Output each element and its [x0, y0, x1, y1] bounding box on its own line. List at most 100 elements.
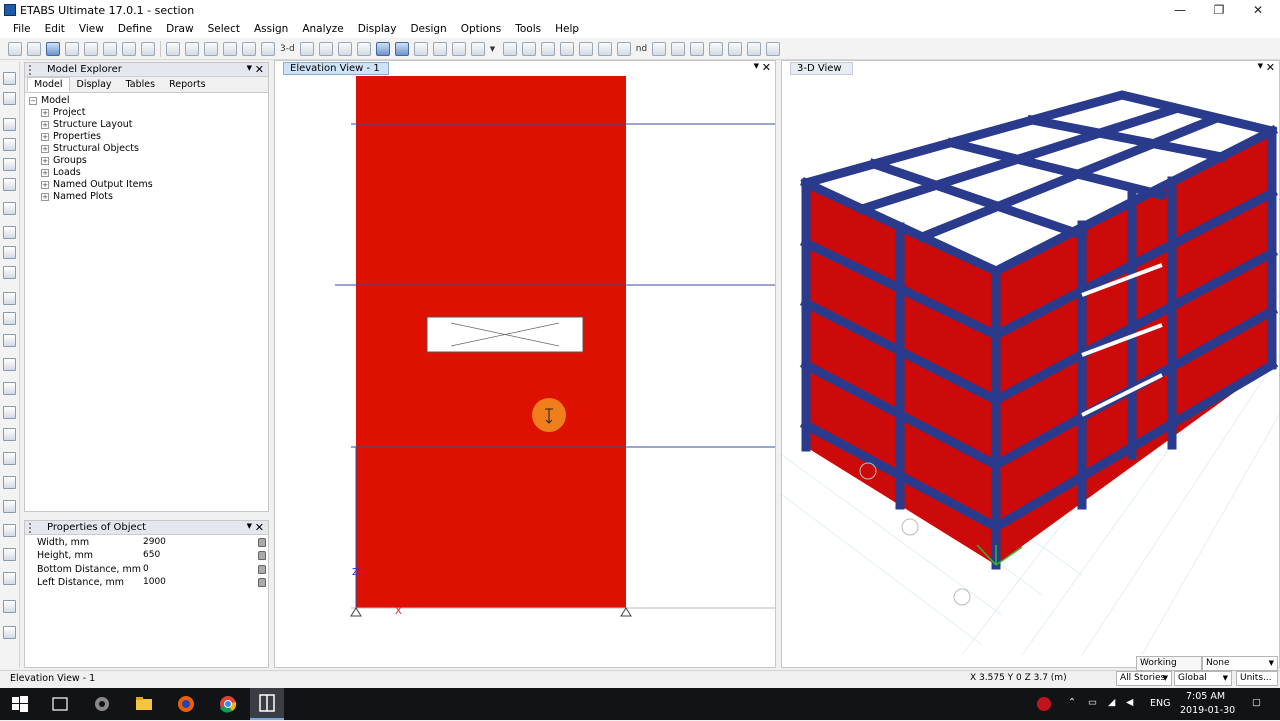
measure-icon[interactable]: [766, 41, 781, 56]
settings-app-icon[interactable]: [92, 694, 112, 714]
tree-item-loads[interactable]: + Loads: [41, 167, 81, 178]
tree-item-named-output-items[interactable]: + Named Output Items: [41, 179, 153, 190]
draw-wall-tool-icon[interactable]: [3, 246, 16, 259]
chevron-down-icon[interactable]: ▼: [247, 522, 252, 530]
pointer-icon[interactable]: [3, 72, 16, 85]
chevron-down-icon[interactable]: ▼: [1258, 62, 1263, 70]
toolbar-nd-label[interactable]: nd: [636, 44, 647, 54]
file-explorer-icon[interactable]: [134, 694, 154, 714]
tab-3d-view[interactable]: 3-D View: [790, 62, 853, 75]
tab-tables[interactable]: Tables: [119, 77, 163, 92]
minimize-button[interactable]: —: [1160, 0, 1200, 20]
draw-opening-icon[interactable]: [616, 41, 631, 56]
draw-line-icon[interactable]: [3, 138, 16, 151]
tab-reports[interactable]: Reports: [162, 77, 212, 92]
select-icon[interactable]: [432, 41, 447, 56]
tray-expand-icon[interactable]: ⌃: [1068, 697, 1076, 708]
chevron-down-icon[interactable]: ▼: [1163, 672, 1168, 685]
expand-icon[interactable]: +: [41, 144, 49, 153]
property-row-height[interactable]: Height, mm 650: [25, 550, 268, 563]
grid-icon[interactable]: [747, 41, 762, 56]
expand-icon[interactable]: +: [41, 120, 49, 129]
tree-item-project[interactable]: + Project: [41, 107, 86, 118]
zoom-in-icon[interactable]: [204, 41, 218, 56]
grip-icon[interactable]: [29, 64, 33, 75]
draw-reference-point-icon[interactable]: [3, 548, 16, 561]
tree-item-structure-layout[interactable]: + Structure Layout: [41, 119, 133, 130]
menu-display[interactable]: Display: [351, 23, 404, 35]
close-icon[interactable]: ✕: [762, 61, 771, 74]
tree-root-model[interactable]: − Model: [29, 95, 70, 106]
lock-icon[interactable]: [122, 41, 136, 56]
chevron-down-icon[interactable]: ▼: [1223, 672, 1228, 685]
draw-spring-icon[interactable]: [3, 428, 16, 441]
elevation-canvas[interactable]: Z X: [275, 75, 775, 667]
move-up-icon[interactable]: [375, 41, 390, 56]
tree-item-properties[interactable]: + Properties: [41, 131, 101, 142]
menu-design[interactable]: Design: [403, 23, 453, 35]
close-icon[interactable]: ✕: [255, 63, 264, 76]
3d-view-button[interactable]: 3-d: [280, 44, 295, 54]
expand-icon[interactable]: +: [41, 192, 49, 201]
property-row-bottom-distance[interactable]: Bottom Distance, mm 0: [25, 564, 268, 577]
draw-opening-tool-icon[interactable]: [3, 266, 16, 279]
chevron-down-icon[interactable]: ▼: [490, 42, 498, 56]
units-button[interactable]: Units...: [1236, 671, 1278, 686]
menu-file[interactable]: File: [6, 23, 38, 35]
zoom-out-icon[interactable]: [223, 41, 237, 56]
lock-icon[interactable]: [258, 578, 266, 587]
etabs-taskbar-button[interactable]: [250, 688, 284, 720]
zoom-window-icon[interactable]: [166, 41, 180, 56]
select-all-icon[interactable]: [413, 41, 428, 56]
close-icon[interactable]: ✕: [255, 521, 264, 534]
chrome-icon[interactable]: [218, 694, 238, 714]
draw-brace-icon[interactable]: [521, 41, 536, 56]
draw-slab-icon[interactable]: [597, 41, 612, 56]
move-down-icon[interactable]: [394, 41, 409, 56]
lock-icon[interactable]: [258, 551, 266, 560]
menu-analyze[interactable]: Analyze: [295, 23, 350, 35]
expand-icon[interactable]: +: [41, 168, 49, 177]
rotate-icon[interactable]: [337, 41, 352, 56]
lock-icon[interactable]: [258, 538, 266, 547]
expand-icon[interactable]: +: [41, 156, 49, 165]
menu-define[interactable]: Define: [111, 23, 159, 35]
draw-column-icon[interactable]: [540, 41, 555, 56]
3d-canvas[interactable]: [782, 75, 1279, 665]
3d-view-panel[interactable]: 3-D View ▼ ✕: [781, 60, 1280, 668]
chevron-down-icon[interactable]: ▼: [754, 62, 759, 70]
tree-item-named-plots[interactable]: + Named Plots: [41, 191, 113, 202]
tree-item-structural-objects[interactable]: + Structural Objects: [41, 143, 139, 154]
pencil-icon[interactable]: [103, 41, 117, 56]
draw-section-icon[interactable]: [3, 476, 16, 489]
zoom-restore-icon[interactable]: [185, 41, 199, 56]
section-cut-icon[interactable]: [652, 41, 667, 56]
working-plane-dropdown[interactable]: None ▼: [1202, 656, 1278, 671]
expand-icon[interactable]: +: [41, 180, 49, 189]
draw-null-area-icon[interactable]: [3, 292, 16, 305]
deselect-icon[interactable]: [451, 41, 466, 56]
volume-icon[interactable]: ◀: [1126, 697, 1133, 708]
antivirus-tray-icon[interactable]: [1034, 694, 1054, 714]
draw-beam-tool-icon[interactable]: [3, 178, 16, 191]
collapse-icon[interactable]: −: [29, 96, 37, 105]
lock-icon[interactable]: [258, 565, 266, 574]
open-icon[interactable]: [27, 41, 41, 56]
draw-grid-icon[interactable]: [3, 382, 16, 395]
grip-icon[interactable]: [29, 522, 33, 533]
plan-view-icon[interactable]: [299, 41, 314, 56]
tendon-icon[interactable]: [690, 41, 705, 56]
property-row-left-distance[interactable]: Left Distance, mm 1000: [25, 577, 268, 590]
tab-model[interactable]: Model: [27, 77, 70, 92]
menu-select[interactable]: Select: [201, 23, 247, 35]
task-view-icon[interactable]: [50, 694, 70, 714]
dimension-icon[interactable]: [671, 41, 686, 56]
draw-column-tool-icon[interactable]: [3, 158, 16, 171]
tree-item-groups[interactable]: + Groups: [41, 155, 87, 166]
elevation-view-icon[interactable]: [318, 41, 333, 56]
menu-view[interactable]: View: [72, 23, 111, 35]
elevation-view-panel[interactable]: Elevation View - 1 ▼ ✕ Z X: [274, 60, 776, 668]
close-icon[interactable]: ✕: [1266, 61, 1275, 74]
chevron-down-icon[interactable]: ▼: [247, 64, 252, 72]
display-icon[interactable]: [470, 41, 485, 56]
